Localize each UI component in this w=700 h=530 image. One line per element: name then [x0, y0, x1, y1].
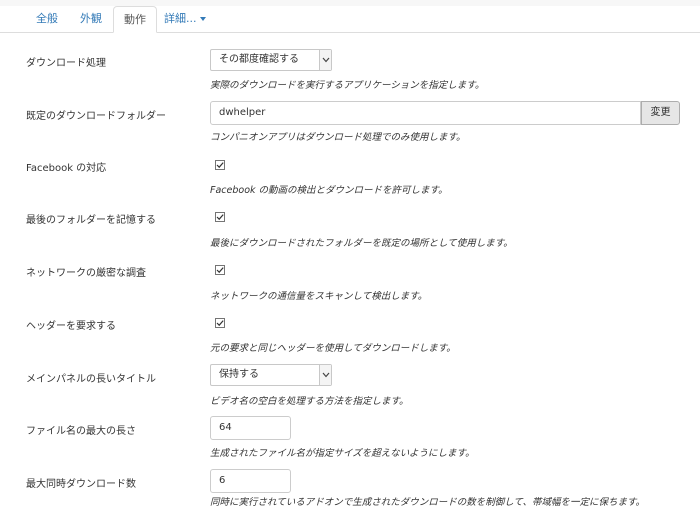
- tab-advanced[interactable]: 詳細...: [154, 6, 216, 32]
- tab-behavior[interactable]: 動作: [113, 6, 157, 33]
- default-folder-help: コンパニオンアプリはダウンロード処理でのみ使用します。: [210, 132, 466, 143]
- max-downloads-help: 同時に実行されているアドオンで生成されたダウンロードの数を制御して、帯域幅を一定…: [210, 497, 646, 508]
- network-probe-help: ネットワークの通信量をスキャンして検出します。: [210, 291, 428, 302]
- tab-bar: 全般 外観 動作 詳細...: [0, 6, 700, 33]
- network-probe-label: ネットワークの厳密な調査: [26, 268, 146, 279]
- download-processing-help: 実際のダウンロードを実行するアプリケーションを指定します。: [210, 80, 485, 91]
- tab-behavior-label: 動作: [124, 13, 146, 26]
- default-folder-label: 既定のダウンロードフォルダー: [26, 111, 166, 122]
- download-processing-value: その都度確認する: [219, 54, 299, 65]
- facebook-help: Facebook の動画の検出とダウンロードを許可します。: [210, 185, 448, 196]
- change-folder-button[interactable]: 変更: [641, 101, 680, 125]
- facebook-checkbox[interactable]: [215, 160, 225, 170]
- dropdown-arrow-icon: [319, 50, 331, 70]
- download-processing-select[interactable]: その都度確認する: [210, 49, 332, 71]
- request-headers-help: 元の要求と同じヘッダーを使用してダウンロードします。: [210, 343, 456, 354]
- request-headers-checkbox[interactable]: [215, 318, 225, 328]
- tab-appearance[interactable]: 外観: [70, 6, 112, 32]
- long-title-value: 保持する: [219, 369, 259, 380]
- request-headers-label: ヘッダーを要求する: [26, 321, 116, 332]
- default-folder-input[interactable]: dwhelper: [210, 101, 641, 125]
- long-title-help: ビデオ名の空白を処理する方法を指定します。: [210, 396, 409, 407]
- max-filename-help: 生成されたファイル名が指定サイズを超えないようにします。: [210, 448, 475, 459]
- facebook-label: Facebook の対応: [26, 163, 107, 174]
- long-title-label: メインパネルの長いタイトル: [26, 374, 156, 385]
- remember-folder-help: 最後にダウンロードされたフォルダーを既定の場所として使用します。: [210, 238, 513, 249]
- max-filename-input[interactable]: 64: [210, 416, 291, 440]
- download-processing-label: ダウンロード処理: [26, 58, 106, 69]
- tab-appearance-label: 外観: [80, 12, 102, 25]
- caret-down-icon: [199, 17, 206, 21]
- max-downloads-input[interactable]: 6: [210, 469, 291, 493]
- dropdown-arrow-icon: [319, 365, 331, 385]
- long-title-select[interactable]: 保持する: [210, 364, 332, 386]
- max-filename-label: ファイル名の最大の長さ: [26, 426, 136, 437]
- network-probe-checkbox[interactable]: [215, 265, 225, 275]
- max-downloads-label: 最大同時ダウンロード数: [26, 479, 136, 490]
- tab-advanced-label: 詳細...: [164, 12, 197, 25]
- remember-folder-checkbox[interactable]: [215, 212, 225, 222]
- remember-folder-label: 最後のフォルダーを記憶する: [26, 215, 156, 226]
- tab-general[interactable]: 全般: [26, 6, 68, 32]
- tab-general-label: 全般: [36, 12, 58, 25]
